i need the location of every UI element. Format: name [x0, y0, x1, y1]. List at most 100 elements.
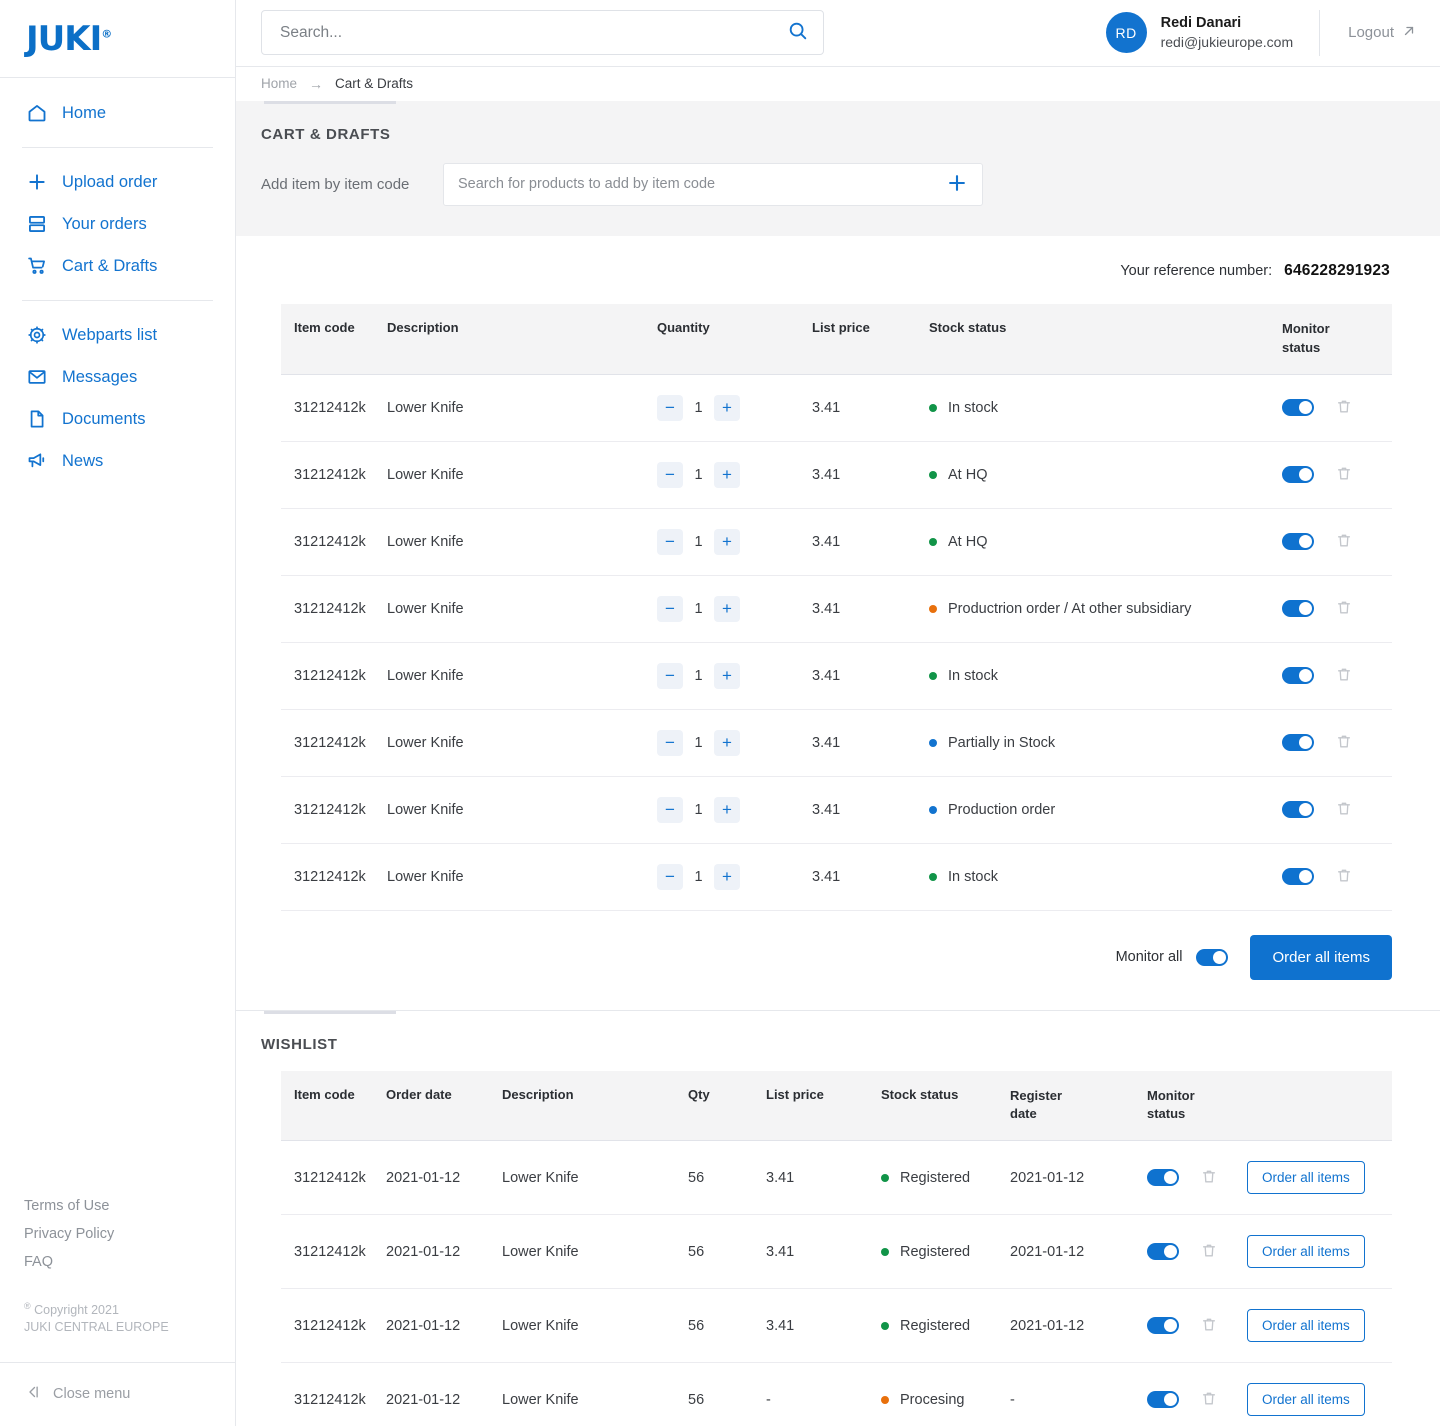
cart-cell-description: Lower Knife — [387, 441, 657, 509]
monitor-toggle[interactable] — [1147, 1169, 1179, 1187]
wl-cell-description: Lower Knife — [502, 1362, 688, 1426]
link-faq[interactable]: FAQ — [24, 1248, 235, 1276]
quantity-stepper[interactable]: −1 + — [657, 528, 812, 555]
monitor-toggle[interactable] — [1282, 667, 1314, 685]
sidebar-item-your-orders[interactable]: Your orders — [0, 203, 235, 245]
sidebar-item-home[interactable]: Home — [0, 92, 235, 134]
monitor-toggle[interactable] — [1282, 801, 1314, 819]
delete-row-button[interactable] — [1336, 867, 1352, 887]
plus-icon — [946, 172, 968, 197]
cart-table-head: Item code Description Quantity List pric… — [281, 303, 1392, 375]
delete-row-button[interactable] — [1201, 1242, 1217, 1262]
delete-row-button[interactable] — [1201, 1168, 1217, 1188]
wl-cell-description: Lower Knife — [502, 1140, 688, 1216]
quantity-increment-button[interactable]: + — [714, 796, 740, 823]
monitor-all-control[interactable]: Monitor all — [1116, 948, 1229, 966]
order-all-items-row-button[interactable]: Order all items — [1247, 1161, 1365, 1195]
quantity-stepper[interactable]: −1 + — [657, 595, 812, 622]
order-all-items-row-button[interactable]: Order all items — [1247, 1383, 1365, 1417]
sidebar-item-webparts-list[interactable]: Webparts list — [0, 314, 235, 356]
mail-icon — [26, 366, 48, 388]
breadcrumb-current: Cart & Drafts — [335, 76, 414, 92]
monitor-toggle[interactable] — [1282, 533, 1314, 551]
add-item-field[interactable] — [443, 162, 983, 206]
delete-row-button[interactable] — [1336, 465, 1352, 485]
link-privacy-policy[interactable]: Privacy Policy — [24, 1220, 235, 1248]
avatar[interactable]: RD — [1105, 12, 1147, 54]
close-menu-button[interactable]: Close menu — [24, 1383, 235, 1405]
quantity-stepper[interactable]: −1 + — [657, 729, 812, 756]
sidebar-item-news[interactable]: News — [0, 440, 235, 482]
quantity-stepper[interactable]: −1 + — [657, 662, 812, 689]
sidebar-item-messages[interactable]: Messages — [0, 356, 235, 398]
status-label: Productrion order / At other subsidiary — [948, 600, 1192, 617]
megaphone-icon — [26, 450, 48, 472]
quantity-increment-button[interactable]: + — [714, 461, 740, 488]
quantity-stepper[interactable]: −1 + — [657, 394, 812, 421]
status-badge: At HQ — [929, 467, 1282, 483]
quantity-increment-button[interactable]: + — [714, 528, 740, 555]
quantity-increment-button[interactable]: + — [714, 662, 740, 689]
quantity-stepper[interactable]: −1 + — [657, 863, 812, 890]
trash-icon — [1336, 800, 1352, 820]
toggle-knob — [1299, 468, 1312, 482]
search-input[interactable] — [280, 23, 787, 42]
logout-button[interactable]: Logout — [1348, 24, 1416, 42]
delete-row-button[interactable] — [1336, 666, 1352, 686]
delete-row-button[interactable] — [1336, 532, 1352, 552]
status-label: Production order — [948, 801, 1056, 818]
delete-row-button[interactable] — [1336, 599, 1352, 619]
quantity-decrement-button[interactable]: − — [657, 863, 683, 890]
delete-row-button[interactable] — [1336, 398, 1352, 418]
global-search[interactable] — [261, 10, 824, 56]
monitor-toggle[interactable] — [1147, 1317, 1179, 1335]
quantity-increment-button[interactable]: + — [714, 394, 740, 421]
quantity-decrement-button[interactable]: − — [657, 461, 683, 488]
delete-row-button[interactable] — [1336, 800, 1352, 820]
cart-cell-list-price: 3.41 — [812, 843, 929, 911]
quantity-stepper[interactable]: −1 + — [657, 796, 812, 823]
cart-cell-list-price: 3.41 — [812, 441, 929, 509]
delete-row-button[interactable] — [1336, 733, 1352, 753]
search-button[interactable] — [787, 20, 809, 45]
quantity-decrement-button[interactable]: − — [657, 729, 683, 756]
monitor-toggle[interactable] — [1147, 1391, 1179, 1409]
status-badge: At HQ — [929, 534, 1282, 550]
breadcrumb-home[interactable]: Home — [261, 76, 297, 91]
user-info: Redi Danari redi@jukieurope.com — [1161, 14, 1294, 52]
logo-text: JUKI — [26, 18, 102, 59]
add-item-button[interactable] — [946, 172, 968, 197]
quantity-decrement-button[interactable]: − — [657, 394, 683, 421]
close-menu-container: Close menu — [0, 1362, 235, 1426]
order-all-items-row-button[interactable]: Order all items — [1247, 1309, 1365, 1343]
quantity-decrement-button[interactable]: − — [657, 662, 683, 689]
quantity-increment-button[interactable]: + — [714, 595, 740, 622]
quantity-decrement-button[interactable]: − — [657, 595, 683, 622]
quantity-increment-button[interactable]: + — [714, 729, 740, 756]
monitor-all-toggle[interactable] — [1196, 948, 1229, 966]
order-all-items-row-button[interactable]: Order all items — [1247, 1235, 1365, 1269]
sidebar-item-upload-order[interactable]: Upload order — [0, 161, 235, 203]
monitor-toggle[interactable] — [1282, 466, 1314, 484]
quantity-stepper[interactable]: −1 + — [657, 461, 812, 488]
monitor-toggle[interactable] — [1147, 1243, 1179, 1261]
quantity-value: 1 — [694, 667, 703, 684]
add-item-input[interactable] — [458, 176, 946, 193]
monitor-toggle[interactable] — [1282, 734, 1314, 752]
monitor-toggle[interactable] — [1282, 399, 1314, 417]
quantity-decrement-button[interactable]: − — [657, 796, 683, 823]
wl-col-list-price: List price — [766, 1070, 881, 1142]
monitor-toggle[interactable] — [1282, 600, 1314, 618]
juki-logo[interactable]: JUKI® — [26, 18, 112, 59]
sidebar-item-cart-drafts[interactable]: Cart & Drafts — [0, 245, 235, 287]
sidebar-item-documents[interactable]: Documents — [0, 398, 235, 440]
delete-row-button[interactable] — [1201, 1316, 1217, 1336]
trash-icon — [1336, 398, 1352, 418]
status-label: In stock — [948, 868, 998, 885]
quantity-decrement-button[interactable]: − — [657, 528, 683, 555]
monitor-toggle[interactable] — [1282, 868, 1314, 886]
order-all-items-button[interactable]: Order all items — [1250, 934, 1392, 980]
delete-row-button[interactable] — [1201, 1390, 1217, 1410]
link-terms-of-use[interactable]: Terms of Use — [24, 1192, 235, 1220]
quantity-increment-button[interactable]: + — [714, 863, 740, 890]
